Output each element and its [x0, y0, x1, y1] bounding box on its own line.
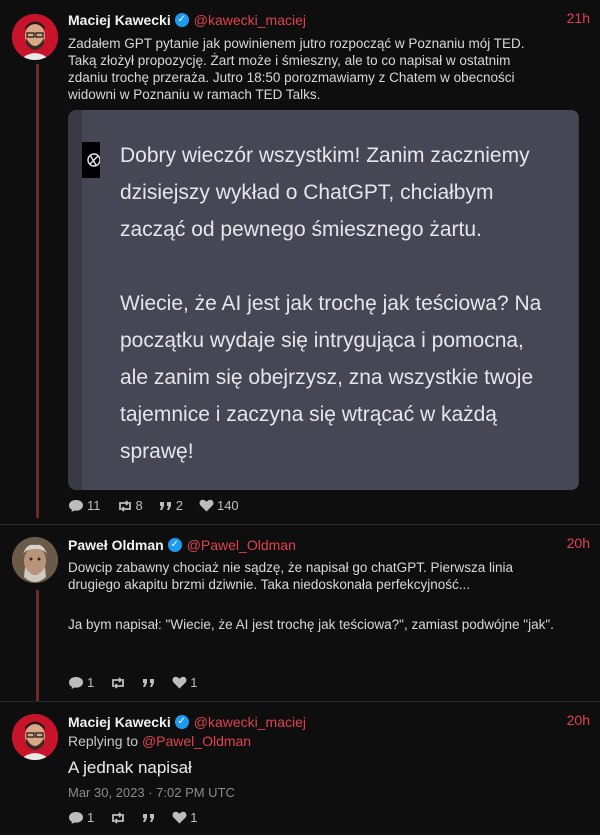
- author-handle[interactable]: @Pawel_Oldman: [187, 537, 296, 553]
- tweet-header: Paweł Oldman ✓ @Pawel_Oldman: [68, 535, 296, 555]
- tweet-header: Maciej Kawecki ✓ @kawecki_maciej: [68, 10, 306, 30]
- tweet[interactable]: Paweł Oldman ✓ @Pawel_Oldman 20h Dowcip …: [0, 525, 600, 700]
- chatgpt-logo-icon: [82, 142, 101, 178]
- replying-to-handle[interactable]: @Pawel_Oldman: [142, 733, 251, 749]
- replying-to: Replying to @Pawel_Oldman: [68, 733, 251, 749]
- heart-icon: [199, 499, 214, 512]
- tweet-text: Dowcip zabawny chociaż nie sądzę, że nap…: [68, 560, 554, 632]
- tweet-stats: 11 8 2 140: [68, 498, 239, 513]
- retweet-icon: [112, 676, 125, 689]
- author-name[interactable]: Maciej Kawecki: [68, 714, 171, 730]
- like-count: 1: [190, 675, 198, 690]
- verified-icon: ✓: [174, 13, 189, 27]
- quote-icon: [143, 678, 155, 687]
- quote-button[interactable]: [142, 677, 156, 689]
- heart-icon: [172, 811, 187, 824]
- like-button[interactable]: 1: [172, 675, 197, 690]
- tweet-time[interactable]: 21h: [567, 10, 590, 26]
- tweet-stats: 1 1: [68, 675, 197, 690]
- tweet-stats: 1 1: [68, 810, 197, 825]
- verified-icon: ✓: [167, 538, 182, 552]
- reply-button[interactable]: 1: [68, 810, 94, 825]
- quote-count: 2: [175, 498, 183, 513]
- reply-count: 11: [87, 498, 101, 513]
- reply-button[interactable]: 1: [68, 675, 94, 690]
- like-button[interactable]: 140: [199, 498, 239, 513]
- retweet-icon: [118, 499, 131, 512]
- tweet[interactable]: Maciej Kawecki ✓ @kawecki_maciej 21h Zad…: [0, 0, 600, 520]
- reply-count: 1: [87, 675, 95, 690]
- tweet-date[interactable]: Mar 30, 2023 · 7:02 PM UTC: [68, 785, 235, 800]
- reply-icon: [69, 499, 83, 512]
- retweet-icon: [112, 811, 125, 824]
- chatgpt-response-text: Dobry wieczór wszystkim! Zanim zaczniemy…: [120, 144, 542, 463]
- retweet-button[interactable]: 8: [117, 498, 143, 513]
- tweet[interactable]: Maciej Kawecki ✓ @kawecki_maciej 20h Rep…: [0, 702, 600, 835]
- like-button[interactable]: 1: [172, 810, 197, 825]
- quote-icon: [159, 501, 171, 510]
- reply-icon: [69, 811, 83, 824]
- retweet-button[interactable]: [110, 676, 126, 690]
- tweet-header: Maciej Kawecki ✓ @kawecki_maciej: [68, 712, 306, 732]
- avatar[interactable]: [12, 714, 58, 760]
- like-count: 1: [190, 810, 198, 825]
- quote-button[interactable]: [142, 812, 156, 824]
- reply-icon: [69, 676, 83, 689]
- tweet-time[interactable]: 20h: [567, 535, 590, 551]
- like-count: 140: [216, 498, 239, 513]
- reply-button[interactable]: 11: [68, 498, 101, 513]
- tweet-text: Zadałem GPT pytanie jak powinienem jutro…: [68, 36, 525, 102]
- avatar[interactable]: [12, 537, 58, 583]
- verified-icon: ✓: [174, 715, 189, 729]
- replying-to-label: Replying to: [68, 733, 139, 749]
- quote-icon: [143, 813, 155, 822]
- author-name[interactable]: Paweł Oldman: [68, 537, 164, 553]
- heart-icon: [172, 676, 187, 689]
- tweet-text: A jednak napisał: [68, 758, 192, 777]
- author-handle[interactable]: @kawecki_maciej: [194, 12, 306, 28]
- author-name[interactable]: Maciej Kawecki: [68, 12, 171, 28]
- author-handle[interactable]: @kawecki_maciej: [194, 714, 306, 730]
- reply-count: 1: [87, 810, 95, 825]
- avatar[interactable]: [12, 14, 58, 60]
- retweet-count: 8: [135, 498, 143, 513]
- quote-button[interactable]: 2: [159, 498, 183, 513]
- retweet-button[interactable]: [110, 811, 126, 825]
- tweet-time[interactable]: 20h: [567, 712, 590, 728]
